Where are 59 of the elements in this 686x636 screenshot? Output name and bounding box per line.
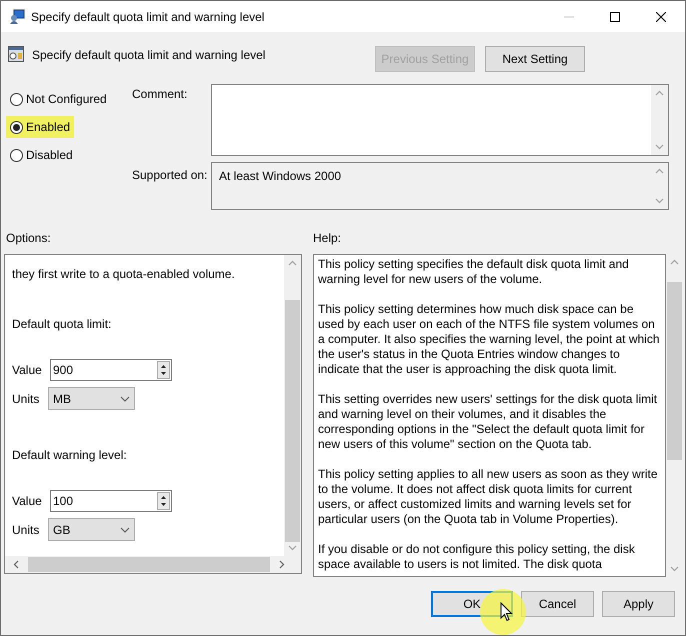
scroll-down-icon[interactable] (655, 198, 664, 204)
options-intro: they first write to a quota-enabled volume. (12, 267, 236, 281)
section-heading: Default warning level: (12, 448, 128, 462)
nav-button[interactable]: Next Setting (485, 46, 585, 72)
scroll-thumb[interactable] (667, 282, 682, 460)
policy-icon (8, 46, 24, 62)
chevron-down-icon (120, 526, 130, 532)
maximize-icon[interactable] (610, 12, 620, 22)
scroll-up-icon[interactable] (288, 260, 297, 266)
supported-on-label: Supported on: (131, 167, 208, 184)
value-label: Value (12, 494, 42, 508)
help-paragraph: This policy setting applies to all new users as soon as they write to the volume. It does not affect disk quota limits for current users, or affect customized limits and warning levels set for particular users (on the Quota tab in Volume Properties). (318, 467, 658, 527)
scroll-up-icon[interactable] (655, 168, 664, 174)
section-heading: Default quota limit: (12, 317, 112, 331)
close-icon[interactable] (656, 12, 666, 22)
scroll-up-icon[interactable] (655, 90, 664, 96)
value-label: Value (12, 363, 42, 377)
units-label: Units (12, 522, 40, 536)
radio-icon[interactable] (10, 148, 23, 162)
field-value: 900 (52, 364, 74, 376)
units-dropdown[interactable]: GB (48, 518, 135, 541)
spin-buttons[interactable] (157, 361, 170, 379)
radio-icon[interactable] (10, 120, 23, 134)
radio-option[interactable]: Disabled (6, 144, 77, 166)
help-paragraph: If you disable or do not configure this policy setting, the disk space available to users is not limited. The disk quota (318, 542, 636, 572)
scroll-down-icon[interactable] (670, 566, 679, 572)
app-icon (9, 8, 25, 24)
help-label: Help: (313, 230, 342, 246)
chevron-down-icon (120, 396, 130, 402)
scroll-left-icon[interactable] (13, 560, 19, 569)
radio-icon[interactable] (10, 92, 23, 106)
radio-option[interactable]: Not Configured (6, 88, 111, 110)
supported-on-value: At least Windows 2000 (218, 168, 342, 185)
scroll-up-icon[interactable] (670, 259, 679, 265)
field-value: 100 (52, 495, 74, 507)
scroll-down-icon[interactable] (288, 545, 297, 551)
vertical-scrollbar[interactable] (651, 85, 668, 155)
comment-label: Comment: (131, 86, 188, 103)
minimize-icon[interactable] (564, 16, 574, 18)
help-paragraph: This policy setting specifies the default disk quota limit and warning level for new users of the volume. (318, 257, 630, 287)
comment-field[interactable] (211, 84, 669, 156)
dialog-button[interactable]: Apply (602, 591, 675, 617)
help-paragraph: This setting overrides new users' settings for the disk quota limit and warning level on their volumes, and it disables the corresponding options in the "Select the default quota limit for new users of this volume" section on the Quota tab. (318, 392, 658, 452)
setting-title: Specify default quota limit and warning level (32, 47, 266, 64)
spin-buttons[interactable] (157, 492, 170, 510)
options-label: Options: (5, 230, 52, 246)
scroll-thumb[interactable] (28, 557, 270, 572)
units-dropdown[interactable]: MB (48, 387, 135, 410)
help-paragraph: This policy setting determines how much disk space can be used by each user on each of the NTFS file system volumes on a computer. It also specifies the warning level, the point at which the user's status in the Quota Entries window changes to indicate that the user is approaching the disk quota limit. (318, 302, 661, 377)
cursor-icon (500, 602, 513, 622)
number-field[interactable]: 900 (50, 359, 172, 381)
scroll-right-icon[interactable] (279, 560, 285, 569)
dialog-button[interactable]: Cancel (521, 591, 594, 617)
window-title: Specify default quota limit and warning level (31, 8, 264, 26)
scroll-down-icon[interactable] (655, 144, 664, 150)
scroll-thumb[interactable] (285, 300, 300, 542)
units-label: Units (12, 392, 40, 406)
radio-option[interactable]: Enabled (6, 116, 74, 138)
number-field[interactable]: 100 (50, 490, 172, 512)
